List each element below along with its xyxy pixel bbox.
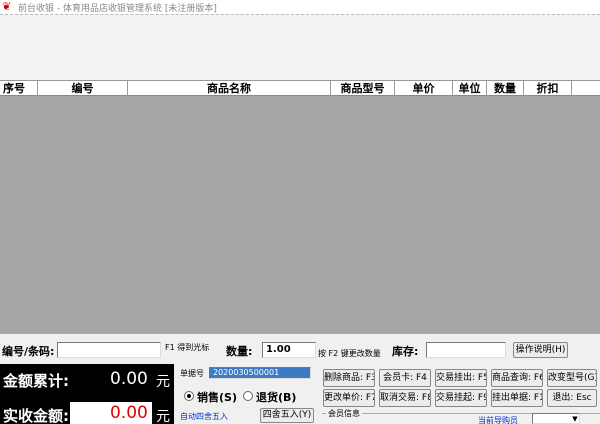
round-button[interactable]: 四舍五入(Y) — [260, 408, 314, 423]
col-header-model[interactable]: 商品型号 — [331, 81, 395, 96]
col-header-name[interactable]: 商品名称 — [128, 81, 331, 96]
sum-value: 0.00 — [110, 369, 148, 389]
hint-f2: 按 F2 键更改数量 — [318, 349, 381, 358]
member-info-label: 会员信息 — [326, 408, 362, 419]
item-grid[interactable] — [0, 96, 600, 334]
col-header-code[interactable]: 编号 — [38, 81, 128, 96]
sale-label: 销售(S) — [197, 391, 237, 404]
code-input[interactable] — [57, 342, 161, 358]
sum-unit: 元 — [156, 374, 170, 390]
shopper-label: 当前导购员 — [478, 416, 518, 424]
col-header-index[interactable]: 序号 — [0, 81, 38, 96]
stock-field — [426, 342, 506, 358]
change-price-button[interactable]: 更改单价: F7 — [323, 389, 375, 407]
grid-header: 序号 编号 商品名称 商品型号 单价 单位 数量 折扣 — [0, 80, 600, 96]
sum-label: 金额累计: — [3, 372, 69, 390]
col-header-price[interactable]: 单价 — [395, 81, 453, 96]
sale-radio[interactable] — [184, 391, 194, 401]
actual-unit: 元 — [156, 409, 170, 424]
product-query-button[interactable]: 商品查询: F6 — [491, 369, 543, 387]
auto-round-checkbox[interactable]: 自动四舍五入 — [180, 411, 228, 422]
chevron-down-icon[interactable]: ▼ — [570, 414, 580, 424]
held-orders-button[interactable]: 挂出单据: F10 — [491, 389, 543, 407]
col-header-qty[interactable]: 数量 — [487, 81, 524, 96]
actual-value: 0.00 — [110, 403, 148, 423]
actual-label: 实收金额: — [3, 407, 69, 424]
stock-label: 库存: — [392, 345, 419, 358]
hold-transaction-button[interactable]: 交易挂起: F9 — [435, 389, 487, 407]
delete-item-button[interactable]: 删除商品: F3 — [323, 369, 375, 387]
help-button[interactable]: 操作说明(H) — [513, 342, 568, 358]
app-logo-icon: ❦ — [2, 0, 12, 13]
bottom-panel: 编号/条码: F1 得到光标 数量: 1.00 按 F2 键更改数量 库存: 操… — [0, 334, 600, 424]
return-label: 退货(B) — [256, 391, 297, 404]
qty-label: 数量: — [226, 345, 253, 358]
top-panel — [0, 14, 600, 80]
col-header-discount[interactable]: 折扣 — [524, 81, 572, 96]
change-model-button[interactable]: 改变型号(G) — [547, 369, 597, 387]
window-title: 前台收银 - 体育用品店收银管理系统 [未注册版本] — [18, 3, 217, 14]
exit-button[interactable]: 退出: Esc — [547, 389, 597, 407]
order-no-label: 单据号 — [180, 369, 204, 378]
col-header-unit[interactable]: 单位 — [453, 81, 487, 96]
cancel-transaction-button[interactable]: 取消交易: F8 — [379, 389, 431, 407]
member-card-button[interactable]: 会员卡: F4 — [379, 369, 431, 387]
title-bar: ❦ 前台收银 - 体育用品店收银管理系统 [未注册版本] — [0, 0, 600, 14]
qty-input[interactable]: 1.00 — [262, 342, 316, 358]
hint-f1: F1 得到光标 — [165, 343, 210, 352]
order-no-field: 2020030500001 — [209, 367, 311, 379]
pull-transaction-button[interactable]: 交易挂出: F5 — [435, 369, 487, 387]
return-radio[interactable] — [243, 391, 253, 401]
code-label: 编号/条码: — [2, 345, 55, 358]
